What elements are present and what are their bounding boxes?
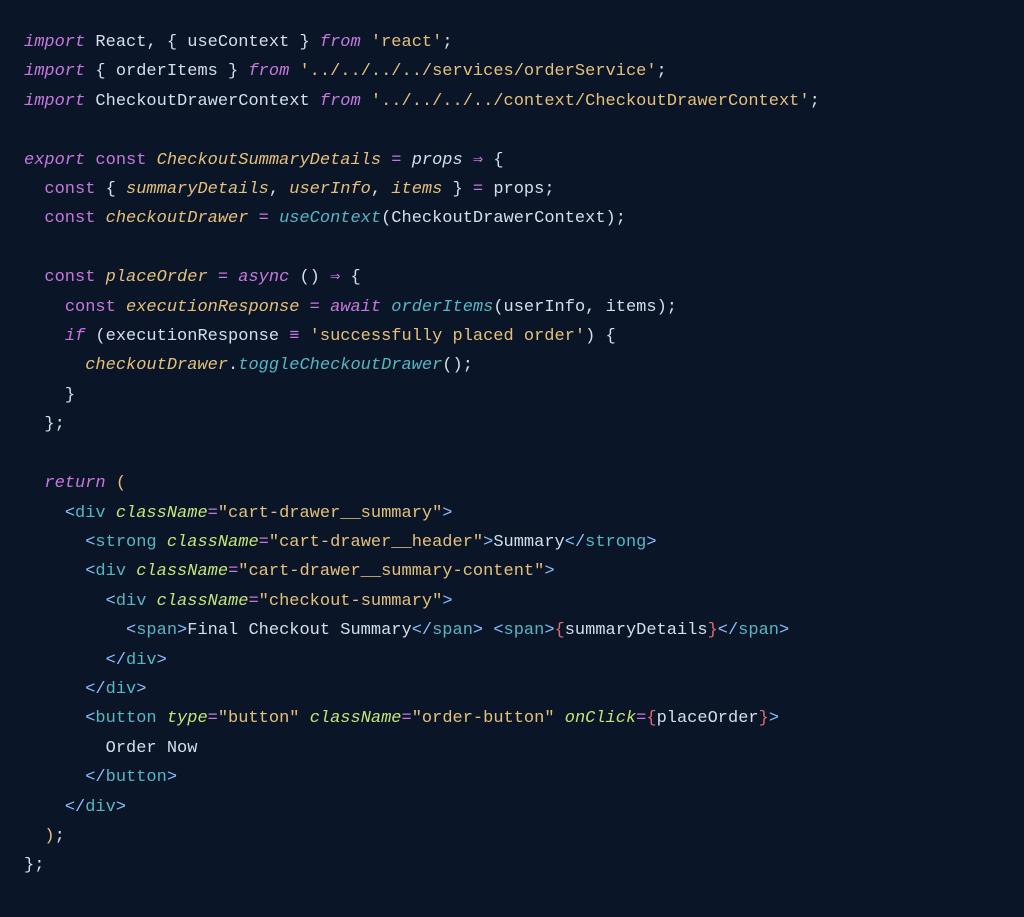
var-userinfo: userInfo [289,180,371,199]
str-checkout-summary: "checkout-summary" [259,592,443,611]
kw-const: const [44,180,95,199]
code-block: import React, { useContext } from 'react… [24,28,1000,881]
tag-span: span [136,621,177,640]
str-cartdrawer-summary: "cart-drawer__summary" [218,504,442,523]
param-props: props [412,151,463,170]
arg-checkoutdrawercontext: CheckoutDrawerContext [391,209,605,228]
str-cartdrawer-header: "cart-drawer__header" [269,533,483,552]
fn-usecontext: useContext [279,209,381,228]
text-summary: Summary [493,533,564,552]
kw-export: export [24,151,85,170]
tag-div: div [75,504,106,523]
str-orderservice: '../../../../services/orderService' [299,62,656,81]
kw-if: if [65,327,85,346]
attr-classname: className [116,504,208,523]
str-context: '../../../../context/CheckoutDrawerConte… [371,92,810,111]
str-summary-content: "cart-drawer__summary-content" [238,562,544,581]
jsx-expr-placeorder: placeOrder [657,709,759,728]
kw-const: const [44,209,95,228]
tag-span-close: span [432,621,473,640]
var-checkoutdrawer: checkoutDrawer [106,209,249,228]
attr-classname: className [136,562,228,581]
var-items: items [391,180,442,199]
str-order-button: "order-button" [412,709,555,728]
kw-from: from [320,33,361,52]
fn-orderitems: orderItems [391,298,493,317]
tag-strong-close: strong [585,533,646,552]
kw-const: const [44,268,95,287]
tag-div: div [116,592,147,611]
kw-await: await [330,298,381,317]
jsx-expr-summarydetails: summaryDetails [565,621,708,640]
tag-div: div [95,562,126,581]
var-summarydetails: summaryDetails [126,180,269,199]
kw-const: const [95,151,146,170]
tag-div-close: div [85,798,116,817]
kw-import: import [24,92,85,111]
tag-span-close: span [738,621,779,640]
component-name: CheckoutSummaryDetails [157,151,381,170]
kw-const: const [65,298,116,317]
attr-classname: className [167,533,259,552]
attr-onclick: onClick [565,709,636,728]
text-order-now: Order Now [106,739,198,758]
ident-usecontext: useContext [187,33,289,52]
kw-return: return [44,474,105,493]
tag-div-close: div [126,651,157,670]
str-button-type: "button" [218,709,300,728]
tag-span: span [504,621,545,640]
ident-orderitems: orderItems [116,62,218,81]
tag-button-close: button [106,768,167,787]
ident-execresp: executionResponse [106,327,279,346]
kw-async: async [238,268,289,287]
kw-import: import [24,33,85,52]
attr-classname: className [157,592,249,611]
fn-togglecheckoutdrawer: toggleCheckoutDrawer [238,356,442,375]
var-placeorder: placeOrder [106,268,208,287]
var-checkoutdrawer-ref: checkoutDrawer [85,356,228,375]
arg-userinfo: userInfo [504,298,586,317]
ident-props: props [493,180,544,199]
str-success: 'successfully placed order' [310,327,585,346]
attr-classname: className [310,709,402,728]
kw-from: from [320,92,361,111]
ident-checkoutdrawercontext: CheckoutDrawerContext [95,92,309,111]
arg-items: items [606,298,657,317]
str-react: 'react' [371,33,442,52]
kw-import: import [24,62,85,81]
tag-strong: strong [95,533,156,552]
ident-react: React [95,33,146,52]
attr-type: type [167,709,208,728]
kw-from: from [248,62,289,81]
tag-div-close: div [106,680,137,699]
var-executionresponse: executionResponse [126,298,299,317]
text-final-checkout: Final Checkout Summary [187,621,411,640]
tag-button: button [95,709,156,728]
